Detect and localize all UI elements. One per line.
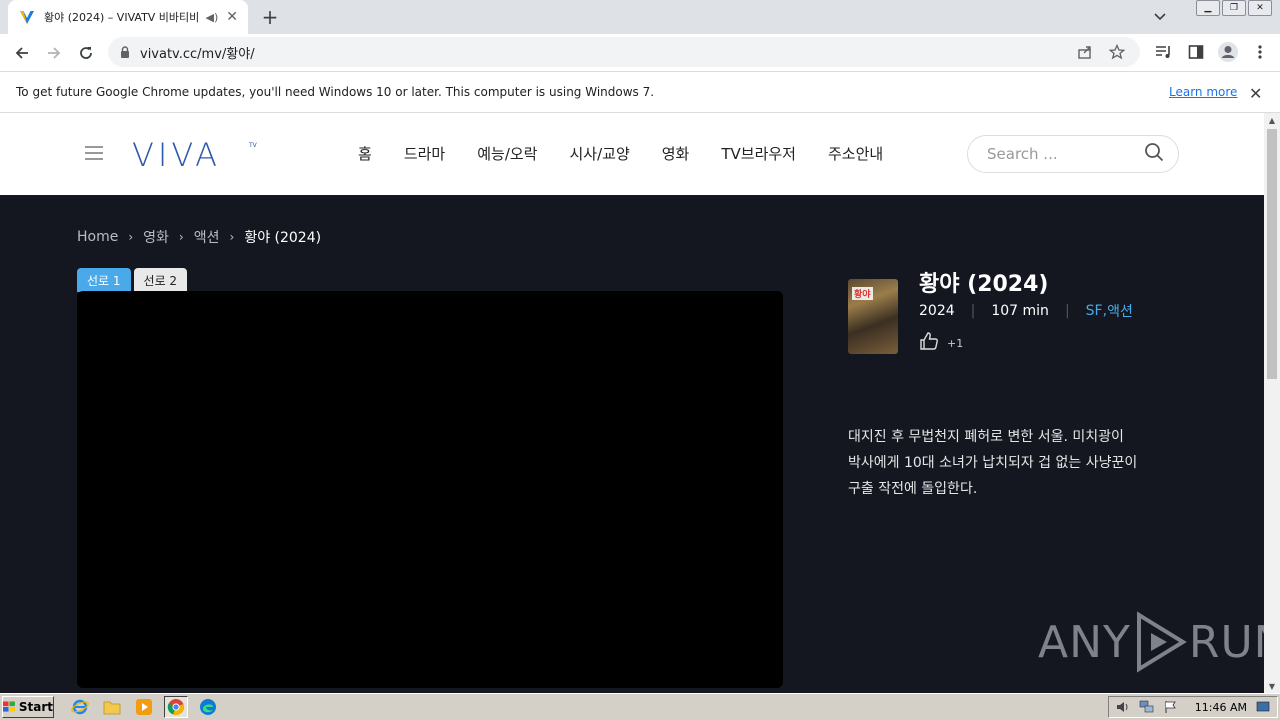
minimize-button[interactable]: ▁ — [1196, 0, 1220, 16]
chevron-right-icon: › — [128, 230, 134, 244]
forward-button[interactable] — [38, 37, 70, 69]
movie-year: 2024 — [919, 303, 955, 319]
server-tab-2[interactable]: 선로 2 — [133, 268, 188, 292]
genre-sf-link[interactable]: SF — [1086, 303, 1103, 319]
meta-divider: | — [970, 303, 976, 319]
site-search — [967, 135, 1179, 173]
address-bar[interactable]: vivatv.cc/mv/황야/ — [108, 37, 1140, 67]
scroll-thumb[interactable] — [1267, 129, 1277, 379]
logo-text: VIVA — [132, 139, 221, 169]
media-player-icon[interactable] — [132, 696, 156, 718]
chrome-taskbar-icon[interactable] — [164, 696, 188, 718]
learn-more-link[interactable]: Learn more — [1169, 85, 1237, 99]
network-icon[interactable] — [1139, 699, 1155, 715]
like-row: +1 — [919, 331, 963, 355]
update-infobar: To get future Google Chrome updates, you… — [0, 71, 1280, 113]
start-button[interactable]: Start — [2, 696, 54, 718]
nav-address-info[interactable]: 주소안내 — [828, 143, 883, 164]
chevron-right-icon: › — [229, 230, 235, 244]
new-tab-button[interactable]: + — [258, 5, 282, 29]
windows-logo-icon — [3, 701, 15, 712]
page-viewport: VIVA TV 홈 드라마 예능/오락 시사/교양 영화 TV브라우저 주소안내… — [0, 113, 1264, 693]
tab-search-chevron-icon[interactable] — [1150, 7, 1170, 27]
nav-home[interactable]: 홈 — [358, 143, 372, 164]
movie-meta: 2024 | 107 min | SF , 액션 — [919, 301, 1133, 321]
share-icon[interactable] — [1074, 41, 1096, 63]
hamburger-menu-icon[interactable] — [85, 146, 103, 160]
speaker-icon[interactable]: ◀) — [206, 11, 219, 24]
thumbs-up-icon[interactable] — [919, 331, 939, 355]
search-input[interactable] — [987, 145, 1144, 163]
tab-close-icon[interactable]: ✕ — [226, 9, 238, 25]
windows-taskbar: Start 11:46 AM — [0, 693, 1280, 720]
movie-synopsis: 대지진 후 무법천지 폐허로 변한 서울. 미치광이 박사에게 10대 소녀가 … — [848, 429, 1138, 497]
close-window-button[interactable]: ✕ — [1248, 0, 1272, 16]
clock: 11:46 AM — [1194, 700, 1247, 714]
like-count: +1 — [947, 336, 964, 350]
url-text[interactable]: vivatv.cc/mv/황야/ — [140, 43, 1064, 62]
meta-divider: | — [1064, 303, 1070, 319]
more-menu-icon[interactable] — [1248, 37, 1272, 67]
movie-poster[interactable]: 황야 — [848, 279, 898, 354]
movie-runtime: 107 min — [991, 303, 1049, 319]
back-button[interactable] — [6, 37, 38, 69]
media-control-icon[interactable] — [1152, 37, 1176, 67]
breadcrumb-action[interactable]: 액션 — [194, 227, 220, 247]
chevron-right-icon: › — [178, 230, 184, 244]
search-icon[interactable] — [1144, 142, 1164, 166]
browser-toolbar: vivatv.cc/mv/황야/ — [0, 34, 1280, 71]
nav-variety[interactable]: 예능/오락 — [477, 143, 537, 164]
viva-favicon-icon — [18, 8, 36, 26]
nav-drama[interactable]: 드라마 — [404, 143, 445, 164]
side-panel-icon[interactable] — [1184, 37, 1208, 67]
nav-tv-browser[interactable]: TV브라우저 — [721, 143, 796, 164]
internet-explorer-icon[interactable] — [68, 696, 92, 718]
breadcrumb: Home › 영화 › 액션 › 황야 (2024) — [77, 227, 321, 247]
infobar-close-icon[interactable]: ✕ — [1249, 84, 1262, 103]
action-center-flag-icon[interactable] — [1163, 699, 1179, 715]
viva-logo[interactable]: VIVA TV — [132, 136, 262, 174]
server-tab-1[interactable]: 선로 1 — [77, 268, 131, 292]
watermark-left: ANY — [1038, 616, 1131, 668]
nav-movies[interactable]: 영화 — [662, 143, 690, 164]
quick-launch — [68, 696, 220, 718]
breadcrumb-home[interactable]: Home — [77, 229, 118, 245]
genre-action-link[interactable]: 액션 — [1107, 301, 1133, 321]
nav-current-affairs[interactable]: 시사/교양 — [569, 143, 629, 164]
logo-tm: TV — [248, 142, 258, 149]
site-header: VIVA TV 홈 드라마 예능/오락 시사/교양 영화 TV브라우저 주소안내 — [0, 113, 1264, 195]
scroll-up-arrow-icon[interactable]: ▲ — [1264, 113, 1280, 127]
tab-strip: 황야 (2024) – VIVATV 비바티비 ◀) ✕ + ▁ ❐ ✕ — [0, 0, 1280, 34]
watermark-play-icon — [1136, 611, 1187, 673]
bookmark-star-icon[interactable] — [1106, 41, 1128, 63]
main-nav: 홈 드라마 예능/오락 시사/교양 영화 TV브라우저 주소안내 — [358, 143, 915, 164]
video-player[interactable] — [77, 291, 783, 688]
window-controls: ▁ ❐ ✕ — [1196, 0, 1272, 16]
anyrun-watermark: ANY RUN — [1038, 611, 1264, 673]
start-label: Start — [18, 700, 53, 714]
breadcrumb-current: 황야 (2024) — [244, 230, 322, 246]
poster-title: 황야 — [852, 287, 873, 300]
volume-icon[interactable] — [1115, 699, 1131, 715]
movie-title: 황야 (2024) — [919, 272, 1049, 297]
lock-icon[interactable] — [120, 43, 130, 62]
file-explorer-icon[interactable] — [100, 696, 124, 718]
restore-button[interactable]: ❐ — [1222, 0, 1246, 16]
tab-title: 황야 (2024) – VIVATV 비바티비 — [44, 11, 198, 24]
page-scrollbar[interactable]: ▲ ▼ — [1264, 113, 1280, 693]
infobar-message: To get future Google Chrome updates, you… — [16, 85, 655, 99]
browser-tab[interactable]: 황야 (2024) – VIVATV 비바티비 ◀) ✕ — [8, 0, 248, 34]
watermark-right: RUN — [1188, 616, 1264, 668]
system-tray: 11:46 AM — [1107, 696, 1278, 718]
reload-button[interactable] — [70, 37, 102, 69]
server-tabs: 선로 1 선로 2 — [77, 268, 188, 292]
show-desktop-icon[interactable] — [1255, 699, 1271, 715]
breadcrumb-movies[interactable]: 영화 — [143, 227, 169, 247]
profile-avatar-icon[interactable] — [1216, 37, 1240, 67]
scroll-down-arrow-icon[interactable]: ▼ — [1264, 679, 1280, 693]
edge-icon[interactable] — [196, 696, 220, 718]
